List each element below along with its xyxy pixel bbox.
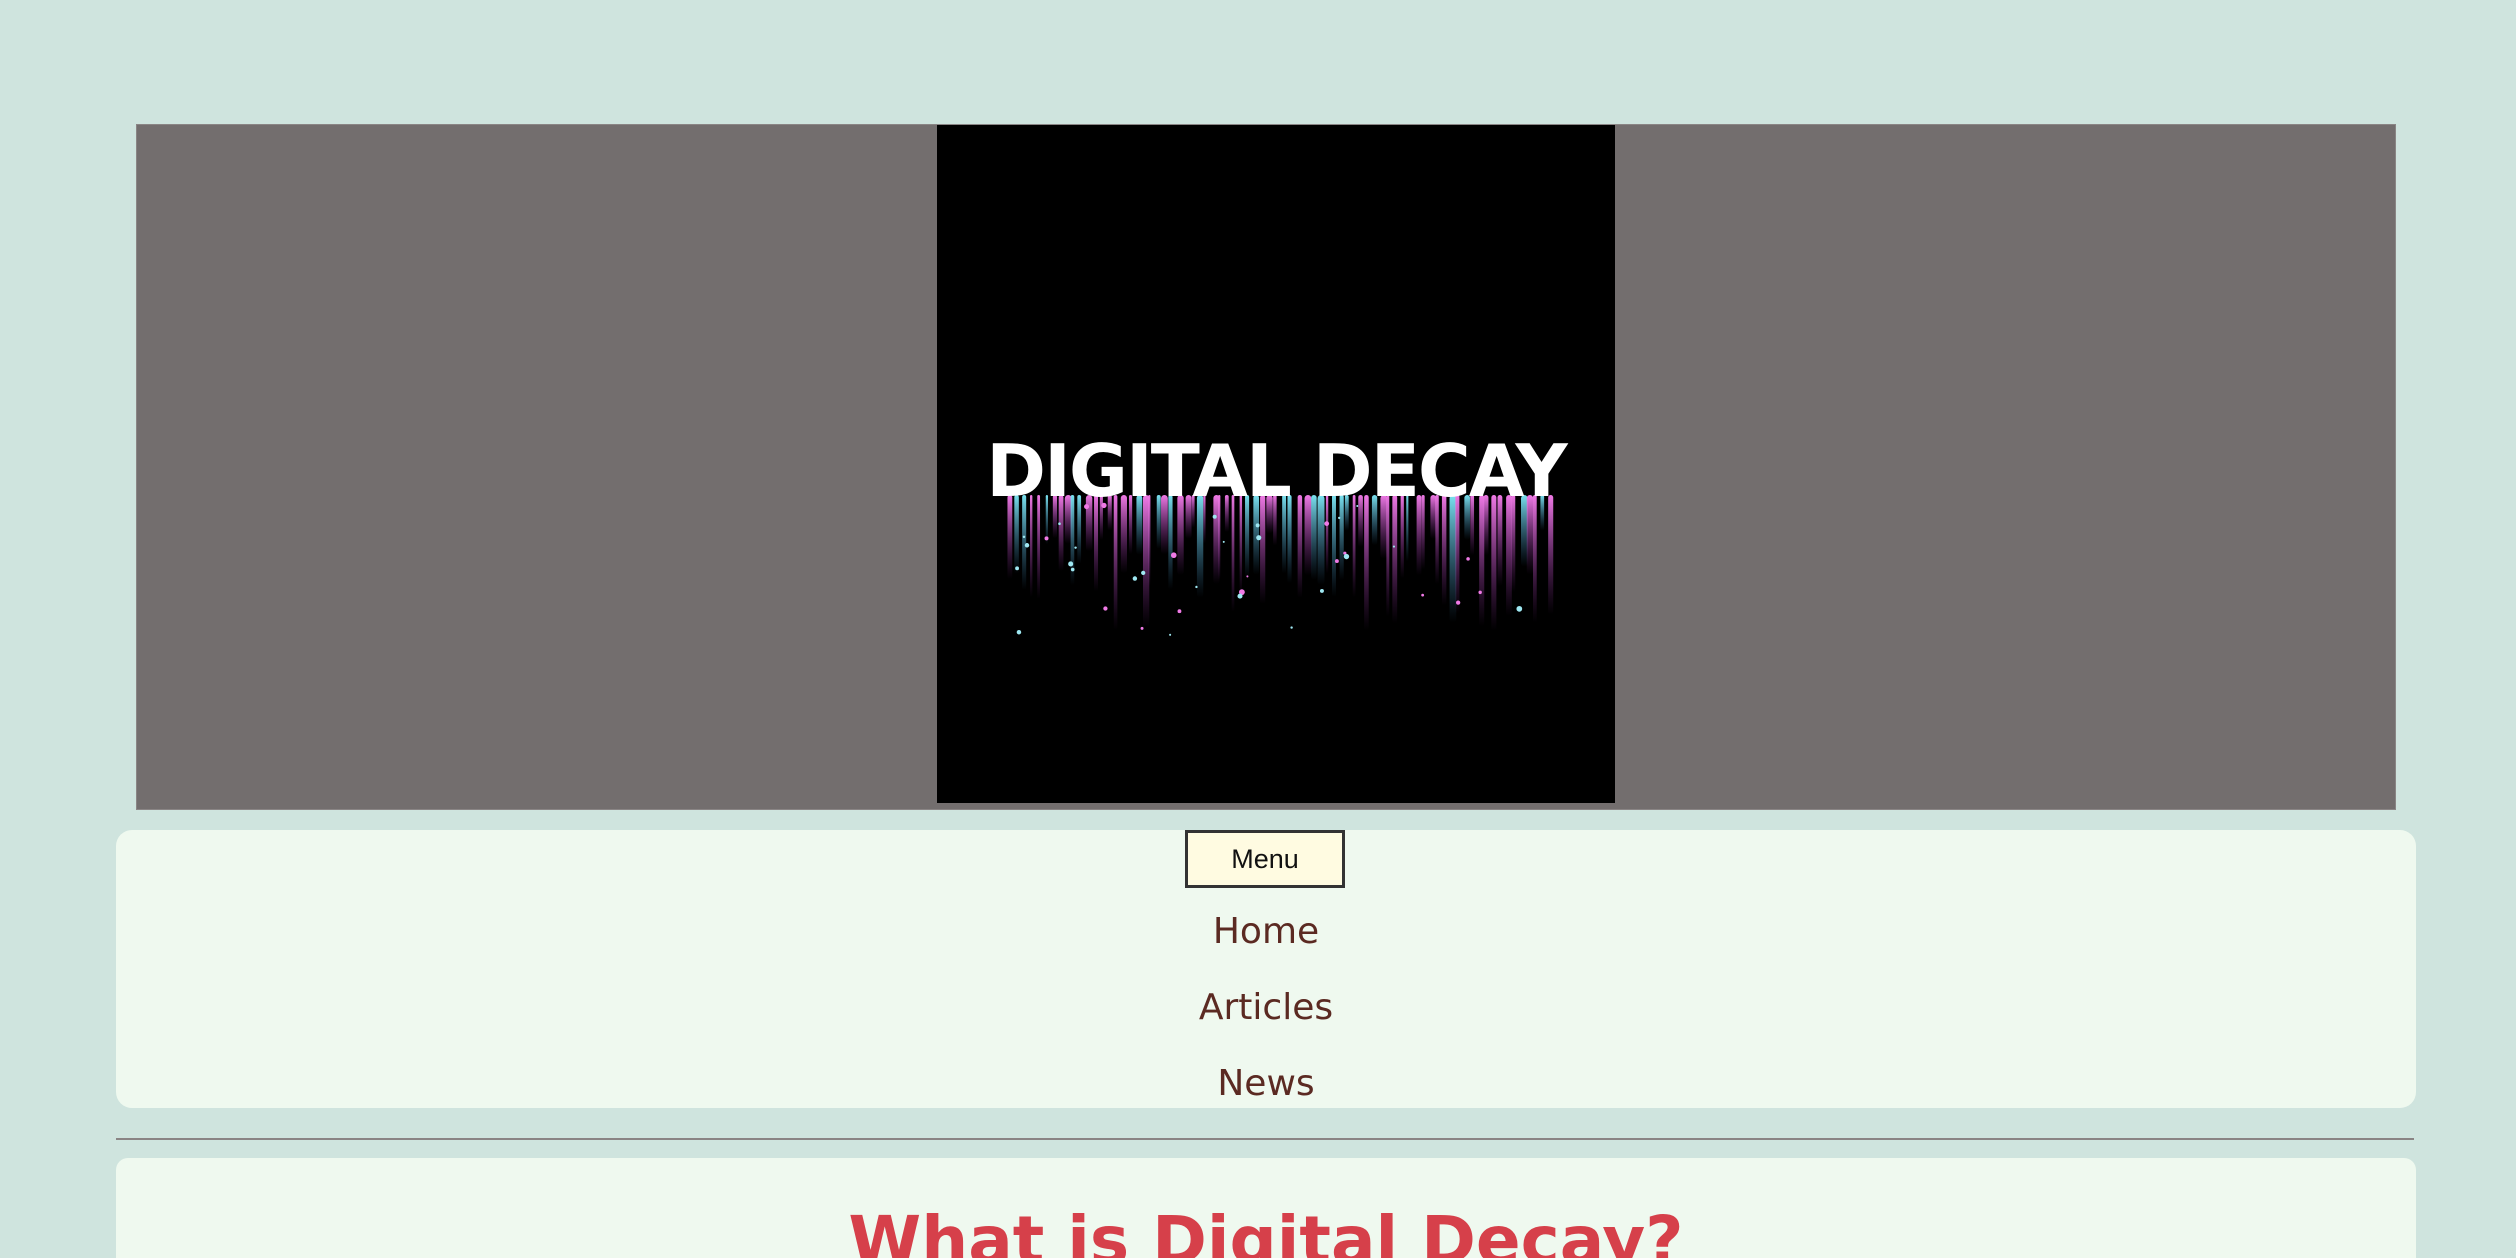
paint-speck	[1044, 536, 1049, 541]
nav-link-articles[interactable]: Articles	[116, 990, 2416, 1026]
paint-drip	[1386, 495, 1390, 617]
paint-speck	[1246, 575, 1249, 578]
paint-speck	[1256, 535, 1262, 541]
paint-speck	[1290, 626, 1293, 629]
paint-speck	[1141, 570, 1146, 575]
digital-decay-logo: DIGITAL DECAY	[937, 125, 1615, 803]
section-divider	[116, 1138, 2414, 1140]
content-section: What is Digital Decay?	[116, 1158, 2416, 1258]
nav-link-home[interactable]: Home	[116, 914, 2416, 950]
paint-speck	[1022, 535, 1026, 539]
paint-drip	[1392, 495, 1398, 624]
paint-speck	[1212, 514, 1217, 519]
paint-speck	[1222, 540, 1225, 543]
logo-text: DIGITAL DECAY	[986, 429, 1567, 513]
paint-speck	[1169, 633, 1172, 636]
paint-drip	[1364, 495, 1369, 631]
paint-speck	[1103, 606, 1108, 611]
paint-drip	[1479, 495, 1485, 627]
paint-speck	[1068, 561, 1074, 567]
paint-speck	[1338, 516, 1341, 520]
paint-speck	[1237, 593, 1243, 599]
paint-speck	[1319, 588, 1324, 593]
paint-speck	[1070, 567, 1075, 572]
paint-speck	[1058, 522, 1061, 525]
paint-speck	[1024, 543, 1030, 548]
paint-speck	[1170, 552, 1177, 559]
paint-speck	[1516, 605, 1523, 612]
paint-speck	[1255, 523, 1260, 528]
paint-speck	[1456, 600, 1461, 605]
menu-button[interactable]: Menu	[1185, 830, 1345, 888]
paint-speck	[1015, 566, 1019, 571]
paint-speck	[1177, 609, 1182, 614]
paint-drip	[1449, 495, 1457, 623]
paint-speck	[1140, 626, 1144, 630]
paint-drip	[1532, 495, 1537, 623]
paint-speck	[1334, 559, 1339, 564]
paint-speck	[1324, 521, 1330, 527]
paint-drip	[1506, 495, 1512, 616]
header-banner: DIGITAL DECAY	[136, 124, 2396, 810]
nav-link-news[interactable]: News	[116, 1066, 2416, 1102]
paint-speck	[1343, 553, 1350, 560]
paint-speck	[1132, 576, 1138, 581]
paint-speck	[1392, 545, 1395, 548]
paint-drip	[1113, 495, 1118, 631]
paint-speck	[1195, 585, 1198, 589]
paint-speck	[1466, 557, 1470, 561]
paint-speck	[1016, 629, 1022, 635]
paint-speck	[1421, 593, 1425, 597]
navigation-menu: Menu Home Articles News	[116, 830, 2416, 1108]
paint-drip	[1491, 495, 1497, 631]
page-title: What is Digital Decay?	[848, 1202, 1684, 1258]
paint-speck	[1074, 546, 1077, 549]
paint-speck	[1478, 590, 1482, 595]
